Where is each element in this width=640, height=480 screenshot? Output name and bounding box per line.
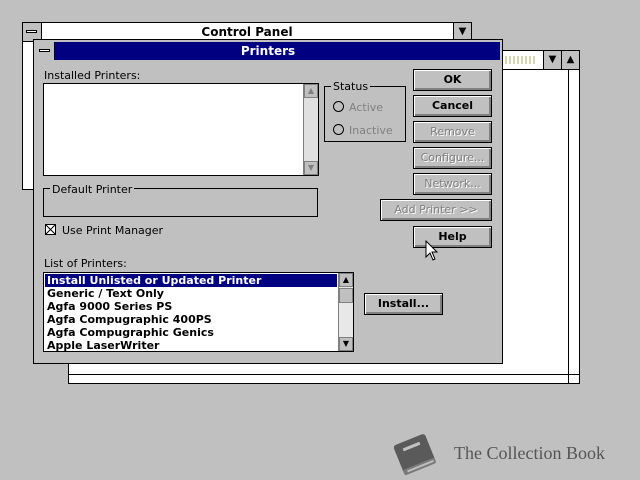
scroll-down-icon[interactable]: ▼ xyxy=(304,161,318,175)
watermark-text: The Collection Book xyxy=(454,443,605,463)
installed-printers-label: Installed Printers: xyxy=(44,69,141,82)
printer-list-item[interactable]: Agfa 9000 Series PS xyxy=(45,300,337,313)
printer-list-item[interactable]: Install Unlisted or Updated Printer xyxy=(45,274,337,287)
printer-list-item[interactable]: Agfa Compugraphic Genics xyxy=(45,326,337,339)
default-printer-label: Default Printer xyxy=(50,183,135,196)
cancel-button[interactable]: Cancel xyxy=(413,95,492,117)
minimize-icon: ▼ xyxy=(458,26,467,37)
list-of-printers-label: List of Printers: xyxy=(44,257,127,270)
ok-button[interactable]: OK xyxy=(413,69,492,91)
install-button[interactable]: Install... xyxy=(364,293,443,315)
scroll-up-icon[interactable]: ▲ xyxy=(304,84,318,98)
printers-list[interactable]: Install Unlisted or Updated Printer Gener… xyxy=(43,272,354,352)
scroll-up-icon[interactable]: ▲ xyxy=(339,273,353,287)
use-print-manager-label: Use Print Manager xyxy=(62,224,164,237)
mouse-pointer-icon xyxy=(425,240,439,261)
scroll-down-icon[interactable]: ▼ xyxy=(339,337,353,351)
book-icon xyxy=(393,434,436,476)
radio-active[interactable] xyxy=(333,101,344,112)
maximize-icon: ▲ xyxy=(566,54,575,65)
minimize-icon: ▼ xyxy=(548,54,557,65)
network-button[interactable]: Network... xyxy=(413,173,492,195)
configure-button[interactable]: Configure... xyxy=(413,147,492,169)
printer-list-item[interactable]: Generic / Text Only xyxy=(45,287,337,300)
radio-active-label: Active xyxy=(349,101,384,114)
printer-list-item[interactable]: Apple LaserWriter xyxy=(45,339,337,352)
background-window-bottomedge xyxy=(69,374,579,383)
background-maximize-button[interactable]: ▲ xyxy=(561,51,579,69)
control-panel-title: Control Panel xyxy=(201,25,293,39)
printers-titlebar[interactable]: Printers xyxy=(36,42,500,60)
installed-printers-list[interactable]: ▲ ▼ xyxy=(43,83,319,176)
installed-printers-scrollbar[interactable]: ▲ ▼ xyxy=(303,84,318,175)
radio-inactive-label: Inactive xyxy=(349,124,393,137)
status-label: Status xyxy=(331,80,371,93)
background-minimize-button[interactable]: ▼ xyxy=(543,51,561,69)
scroll-thumb[interactable] xyxy=(339,288,353,303)
printers-list-scrollbar[interactable]: ▲ ▼ xyxy=(338,273,353,351)
checkmark-icon xyxy=(46,225,55,234)
remove-button[interactable]: Remove xyxy=(413,121,492,143)
printers-dialog: Printers Installed Printers: ▲ ▼ Status … xyxy=(33,39,503,364)
add-printer-button[interactable]: Add Printer >> xyxy=(380,199,492,221)
use-print-manager-checkbox[interactable] xyxy=(45,224,56,235)
collection-book-watermark: The Collection Book xyxy=(388,432,628,478)
printer-list-item[interactable]: Agfa Compugraphic 400PS xyxy=(45,313,337,326)
radio-inactive[interactable] xyxy=(333,124,344,135)
background-window-title-pattern xyxy=(501,56,537,64)
printers-title: Printers xyxy=(240,44,296,58)
background-window-rightedge xyxy=(568,70,579,383)
